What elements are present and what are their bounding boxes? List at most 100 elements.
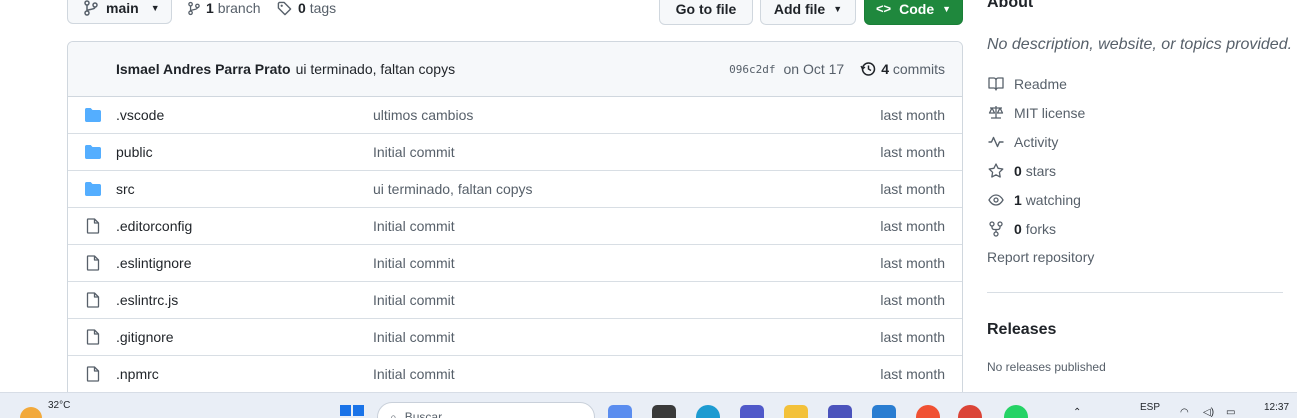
chrome-icon[interactable] — [958, 405, 982, 418]
weather-widget[interactable]: 32°C — [20, 400, 70, 418]
report-repository-link[interactable]: Report repository — [987, 249, 1094, 265]
teams-icon[interactable] — [740, 405, 764, 418]
task-view-icon[interactable] — [652, 405, 676, 418]
commits-link[interactable]: 4 commits — [860, 61, 945, 77]
stars-label: stars — [1025, 162, 1057, 179]
releases-heading[interactable]: Releases — [987, 321, 1056, 339]
tag-icon — [277, 1, 292, 15]
git-app-icon[interactable] — [916, 405, 940, 418]
tags-link[interactable]: 0 tags — [277, 0, 336, 16]
no-releases-text: No releases published — [987, 360, 1106, 374]
search-icon: ⌕ — [390, 409, 397, 418]
report-label: Report repository — [987, 249, 1095, 265]
sidebar-divider — [987, 292, 1283, 293]
wifi-icon[interactable]: ◠ — [1180, 407, 1189, 418]
file-row[interactable]: .vscode ultimos cambios last month — [68, 97, 962, 134]
law-icon — [987, 104, 1004, 121]
latest-commit-bar: Ismael Andres Parra Prato ui terminado, … — [68, 42, 962, 97]
add-file-label: Add file — [773, 0, 826, 17]
about-heading: About — [987, 0, 1034, 11]
file-row[interactable]: .eslintignore Initial commit last month — [68, 245, 962, 282]
forks-link[interactable]: 0 forks — [987, 220, 1056, 237]
license-label: MIT license — [1014, 104, 1086, 121]
vscode-icon[interactable] — [872, 405, 896, 418]
file-row[interactable]: .editorconfig Initial commit last month — [68, 208, 962, 245]
file-explorer-icon[interactable] — [784, 405, 808, 418]
readme-link[interactable]: Readme — [987, 75, 1067, 92]
branches-count: 1 — [206, 0, 214, 16]
weather-sun-icon — [20, 407, 42, 418]
file-name-link[interactable]: src — [116, 181, 135, 197]
file-row[interactable]: public Initial commit last month — [68, 134, 962, 171]
file-row[interactable]: .gitignore Initial commit last month — [68, 319, 962, 356]
stars-link[interactable]: 0 stars — [987, 162, 1056, 179]
file-commit-date: last month — [880, 144, 945, 160]
license-link[interactable]: MIT license — [987, 104, 1085, 121]
file-row[interactable]: .eslintrc.js Initial commit last month — [68, 282, 962, 319]
commit-date: on Oct 17 — [783, 61, 845, 77]
file-commit-message[interactable]: Initial commit — [373, 255, 455, 271]
folder-icon — [84, 144, 102, 160]
folder-icon — [84, 181, 102, 197]
activity-link[interactable]: Activity — [987, 133, 1058, 150]
file-commit-date: last month — [880, 107, 945, 123]
branches-link[interactable]: 1 branch — [188, 0, 261, 16]
caret-down-icon: ▼ — [833, 3, 843, 14]
commit-sha[interactable]: 096c2df — [729, 63, 775, 76]
file-name-link[interactable]: .eslintrc.js — [116, 292, 178, 308]
go-to-file-button[interactable]: Go to file — [659, 0, 753, 25]
whatsapp-icon[interactable] — [1004, 405, 1028, 418]
file-icon — [84, 255, 102, 271]
windows-start-icon[interactable] — [340, 405, 364, 418]
chevron-up-icon[interactable]: ⌃ — [1073, 407, 1081, 418]
pulse-icon — [987, 133, 1004, 150]
taskbar-search[interactable]: ⌕ Buscar — [377, 402, 595, 418]
history-icon — [860, 62, 876, 76]
file-commit-date: last month — [880, 292, 945, 308]
add-file-button[interactable]: Add file ▼ — [760, 0, 856, 25]
file-commit-date: last month — [880, 255, 945, 271]
code-button[interactable]: <> Code ▼ — [864, 0, 963, 25]
file-name-link[interactable]: .npmrc — [116, 366, 159, 382]
file-name-link[interactable]: .gitignore — [116, 329, 174, 345]
teams-work-icon[interactable] — [828, 405, 852, 418]
file-commit-message[interactable]: Initial commit — [373, 366, 455, 382]
file-name-link[interactable]: .eslintignore — [116, 255, 192, 271]
git-branch-icon — [188, 1, 200, 15]
about-description: No description, website, or topics provi… — [987, 36, 1293, 53]
file-commit-date: last month — [880, 181, 945, 197]
tags-label: tags — [309, 0, 337, 16]
file-commit-date: last month — [880, 218, 945, 234]
commit-message[interactable]: ui terminado, faltan copys — [296, 61, 456, 77]
file-commit-message[interactable]: Initial commit — [373, 292, 455, 308]
watching-link[interactable]: 1 watching — [987, 191, 1081, 208]
search-placeholder: Buscar — [404, 410, 443, 418]
volume-icon[interactable]: ◁) — [1203, 407, 1214, 418]
code-icon: <> — [875, 1, 892, 16]
file-name-link[interactable]: .vscode — [116, 107, 164, 123]
file-commit-message[interactable]: Initial commit — [373, 144, 455, 160]
file-table: Ismael Andres Parra Prato ui terminado, … — [67, 41, 963, 401]
file-row[interactable]: .npmrc Initial commit last month — [68, 356, 962, 393]
watching-count: 1 — [1014, 191, 1022, 208]
commit-author[interactable]: Ismael Andres Parra Prato — [116, 61, 291, 77]
branch-selector[interactable]: main ▼ — [67, 0, 172, 24]
file-commit-message[interactable]: ui terminado, faltan copys — [373, 181, 533, 197]
folder-icon — [84, 107, 102, 123]
file-commit-message[interactable]: ultimos cambios — [373, 107, 473, 123]
file-commit-message[interactable]: Initial commit — [373, 329, 455, 345]
eye-icon — [987, 191, 1004, 208]
copilot-icon[interactable] — [608, 405, 632, 418]
file-icon — [84, 218, 102, 234]
battery-icon[interactable]: ▭ — [1226, 407, 1235, 418]
file-name-link[interactable]: public — [116, 144, 153, 160]
branches-label: branch — [217, 0, 261, 16]
language-indicator[interactable]: ESP — [1140, 402, 1160, 413]
clock-time[interactable]: 12:37 — [1264, 402, 1289, 413]
repo-forked-icon — [987, 220, 1004, 237]
file-commit-message[interactable]: Initial commit — [373, 218, 455, 234]
file-row[interactable]: src ui terminado, faltan copys last month — [68, 171, 962, 208]
watching-label: watching — [1025, 191, 1081, 208]
file-name-link[interactable]: .editorconfig — [116, 218, 192, 234]
edge-icon[interactable] — [696, 405, 720, 418]
